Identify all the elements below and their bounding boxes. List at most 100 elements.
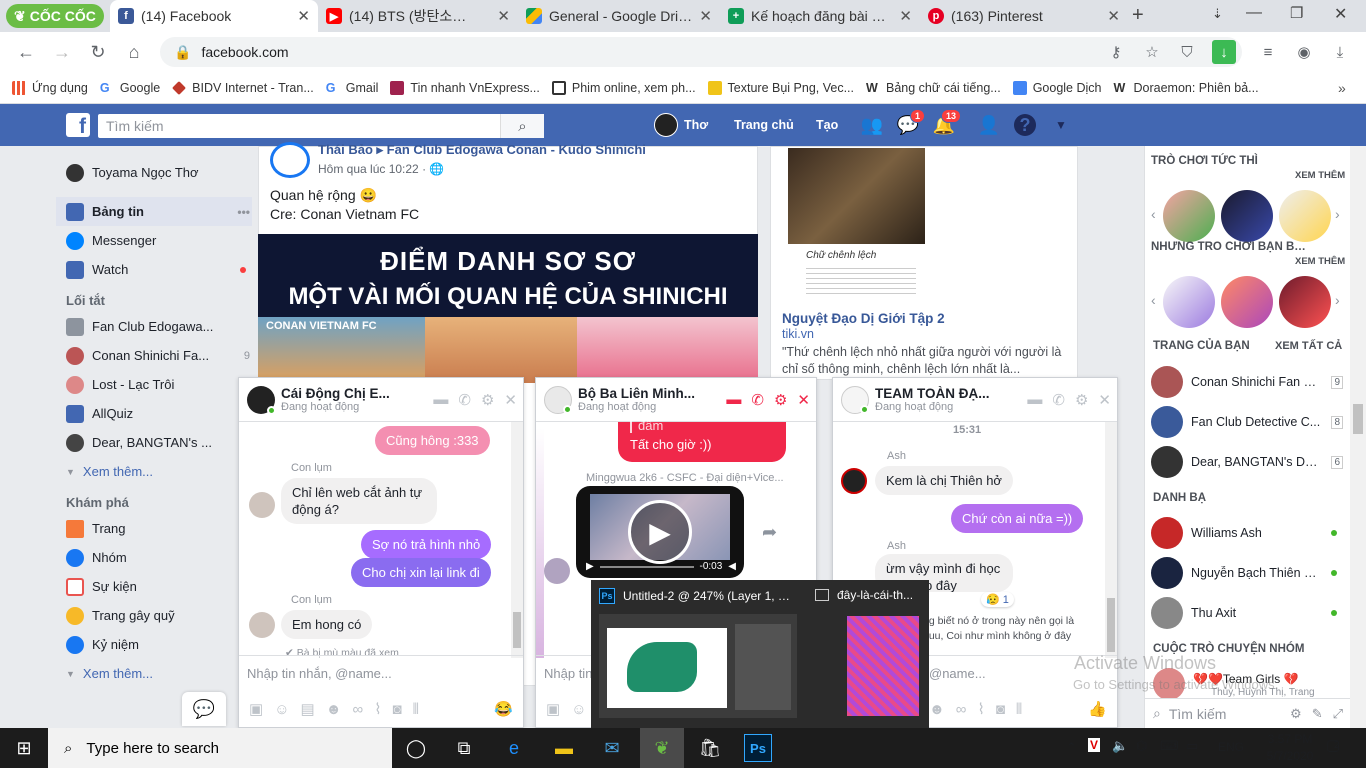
bookmark-vnexpress[interactable]: Tin nhanh VnExpress... <box>390 80 540 95</box>
play-small-icon[interactable]: ▶ <box>586 561 594 572</box>
compose-icon[interactable]: ✎ <box>1312 706 1323 722</box>
file-explorer-icon[interactable]: ▬ <box>550 734 578 762</box>
chevron-up-icon[interactable]: ⌃ <box>1066 740 1077 756</box>
friends-icon[interactable]: 👥 <box>861 114 883 136</box>
link-icon[interactable]: ∞ <box>353 701 364 718</box>
minimize-button[interactable]: — <box>1246 4 1262 22</box>
see-more-games[interactable]: XEM THÊM <box>1295 170 1345 181</box>
post-image[interactable]: ĐIỂM DANH SƠ SƠ MỘT VÀI MỐI QUAN HỆ CỦA … <box>258 234 758 383</box>
download-tray-icon[interactable]: ⤓ <box>1328 40 1352 64</box>
link-icon[interactable]: ∞ <box>956 701 967 718</box>
gif-icon[interactable]: ▤ <box>301 700 315 718</box>
nav-profile[interactable]: Toyama Ngọc Thơ <box>56 158 252 187</box>
photoshop-taskbar-icon[interactable]: Ps <box>744 734 772 762</box>
preview-image[interactable]: đây-là-cái-th... <box>815 588 925 602</box>
reload-icon[interactable]: ↻ <box>86 40 110 64</box>
bookmark-wikipedia[interactable]: W Bảng chữ cái tiếng... <box>866 81 1001 95</box>
game-thumbnail[interactable] <box>1279 276 1331 328</box>
chevron-left-icon[interactable]: ‹ <box>1151 292 1156 308</box>
profile-icon[interactable]: ◉ <box>1292 40 1316 64</box>
unikey-icon[interactable]: V <box>1088 738 1101 752</box>
download-icon[interactable]: ↓ <box>1212 40 1236 64</box>
bookmark-texture[interactable]: Texture Bụi Png, Vec... <box>707 80 854 95</box>
shortcut-item[interactable]: Fan Club Edogawa... <box>56 312 252 341</box>
address-bar[interactable]: 🔒 facebook.com <box>160 37 1242 67</box>
book-image[interactable] <box>788 148 925 244</box>
bookmarks-overflow-icon[interactable]: » <box>1338 80 1346 96</box>
volume-icon[interactable]: 🔈 <box>1112 738 1128 754</box>
shortcut-item[interactable]: Conan Shinichi Fa... 9 <box>56 341 252 370</box>
image-icon[interactable]: ▣ <box>249 700 263 718</box>
explore-events[interactable]: Sự kiện <box>56 572 252 601</box>
link-title[interactable]: Nguyệt Đạo Dị Giới Tập 2 <box>782 311 945 326</box>
see-more-friends-games[interactable]: XEM THÊM <box>1295 256 1345 267</box>
video-call-icon[interactable]: ▬ <box>1027 391 1042 409</box>
contact-item[interactable]: Thu Axit <box>1145 593 1351 633</box>
close-icon[interactable]: ✕ <box>297 7 310 25</box>
coccoc-logo[interactable]: ❦ CỐC CỐC <box>6 4 104 28</box>
account-menu-icon[interactable]: ▼ <box>1050 114 1072 136</box>
explore-pages[interactable]: Trang <box>56 514 252 543</box>
phone-icon[interactable]: ✆ <box>1052 391 1065 409</box>
like-icon[interactable]: 👍 <box>1088 700 1107 718</box>
clock[interactable]: 3:57 PM 5/7/2020 <box>1262 731 1318 765</box>
nav-news-feed[interactable]: Bảng tin ••• <box>56 197 252 226</box>
share-icon[interactable]: ➦ <box>762 522 777 543</box>
bookmark-doraemon[interactable]: W Doraemon: Phiên bả... <box>1114 81 1259 95</box>
sticker-icon[interactable]: ☺ <box>274 701 289 718</box>
nav-messenger[interactable]: Messenger <box>56 226 252 255</box>
gear-icon[interactable]: ⚙ <box>1075 391 1088 409</box>
see-more-explore[interactable]: ▼ Xem thêm... <box>56 659 252 688</box>
facebook-logo[interactable]: f <box>66 113 90 137</box>
attach-icon[interactable]: ⌇ <box>374 700 381 718</box>
explore-groups[interactable]: Nhóm <box>56 543 252 572</box>
coccoc-taskbar-icon[interactable]: ❦ <box>640 728 684 768</box>
close-icon[interactable]: ✕ <box>1098 391 1111 409</box>
chevron-left-icon[interactable]: ‹ <box>1151 206 1156 222</box>
close-icon[interactable]: ✕ <box>699 7 712 25</box>
new-tab-button[interactable]: + <box>1132 4 1144 27</box>
explore-fundraisers[interactable]: Trang gây quỹ <box>56 601 252 630</box>
contact-item[interactable]: Williams Ash <box>1145 513 1351 553</box>
tab-google-sheets[interactable]: + Kế hoạch đăng bài onlin... ✕ <box>720 0 920 32</box>
quick-help-icon[interactable]: 👤 <box>978 114 1000 136</box>
poll-icon[interactable]: ⫴ <box>1016 701 1022 718</box>
nav-watch[interactable]: Watch <box>56 255 252 284</box>
facebook-search-input[interactable]: Tìm kiếm ⌕ <box>98 114 544 138</box>
page-item[interactable]: Conan Shinichi Fan Club 9 <box>1145 362 1351 402</box>
gear-icon[interactable]: ⚙ <box>481 391 494 409</box>
home-icon[interactable]: ⌂ <box>122 40 146 64</box>
play-icon[interactable]: ▶ <box>628 500 692 564</box>
gear-icon[interactable]: ⚙ <box>774 391 787 409</box>
poll-icon[interactable]: ⫴ <box>413 701 419 718</box>
keyboard-icon[interactable]: ⌨ <box>1160 738 1179 754</box>
key-icon[interactable]: ⚷ <box>1104 40 1128 64</box>
bookmark-gmail[interactable]: G Gmail <box>326 81 379 95</box>
see-more-shortcuts[interactable]: ▼ Xem thêm... <box>56 457 252 486</box>
chat-header[interactable]: TEAM TOÀN ĐẠ... Đang hoạt động ▬ ✆ ⚙ ✕ <box>833 378 1117 422</box>
volume-icon[interactable]: ◀ <box>728 561 736 572</box>
messenger-icon[interactable]: 💬 1 <box>897 109 925 136</box>
cortana-icon[interactable]: ◯ <box>402 734 430 762</box>
phone-icon[interactable]: ✆ <box>751 391 764 409</box>
video-call-icon[interactable]: ▬ <box>433 391 448 409</box>
more-options-icon[interactable]: ••• <box>237 205 252 219</box>
chat-header[interactable]: Bộ Ba Liên Minh... Đang hoạt động ▬ ✆ ⚙ ✕ <box>536 378 816 422</box>
page-scrollbar[interactable] <box>1350 146 1366 728</box>
tab-youtube[interactable]: ▶ (14) BTS (방탄소년단... ✕ <box>318 0 518 32</box>
video-call-icon[interactable]: ▬ <box>726 391 741 409</box>
preview-photoshop[interactable]: Ps Untitled-2 @ 247% (Layer 1, RG... <box>599 588 799 604</box>
taskbar-search[interactable]: ⌕ Type here to search <box>48 728 392 768</box>
close-icon[interactable]: ✕ <box>504 391 517 409</box>
chevron-right-icon[interactable]: › <box>1335 292 1340 308</box>
link-domain[interactable]: tiki.vn <box>782 327 814 341</box>
home-link[interactable]: Trang chủ <box>734 104 794 146</box>
post-timestamp[interactable]: Hôm qua lúc 10:22 · 🌐 <box>318 162 444 176</box>
chat-header[interactable]: Cái Động Chị E... Đang hoạt động ▬ ✆ ⚙ ✕ <box>239 378 523 422</box>
close-icon[interactable]: ✕ <box>899 7 912 25</box>
shield-icon[interactable]: ⛉ <box>1175 40 1199 64</box>
post-author[interactable]: Thái Bảo ▸ Fan Club Edogawa Conan - Kudo… <box>318 142 698 158</box>
playlist-icon[interactable]: ≡ <box>1256 40 1280 64</box>
shortcut-item[interactable]: Dear, BANGTAN's ...6 <box>56 428 252 457</box>
close-window-button[interactable]: ✕ <box>1334 4 1347 24</box>
